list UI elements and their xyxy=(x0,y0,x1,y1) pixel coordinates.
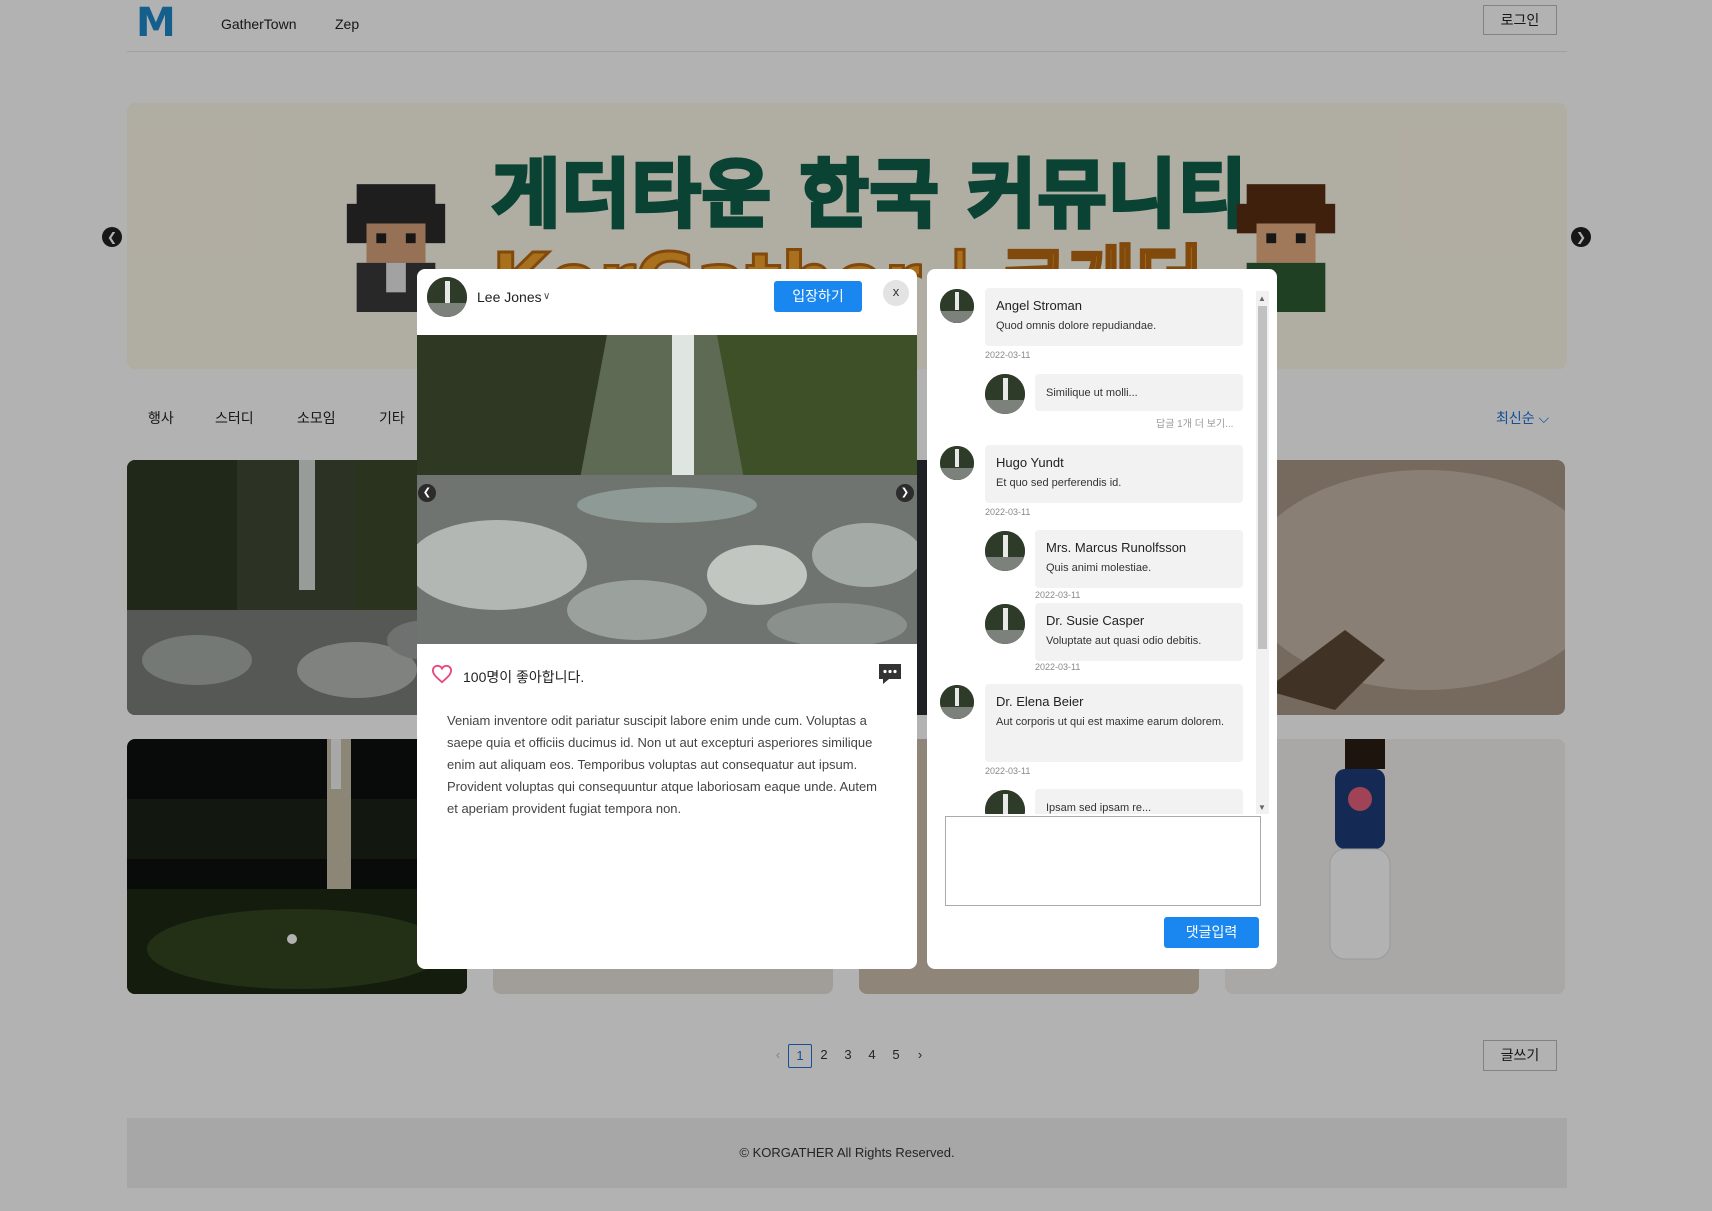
more-replies-link[interactable]: 답글 1개 더 보기... xyxy=(1156,415,1233,430)
reply-bubble: Similique ut molli... xyxy=(1035,374,1243,411)
comment-date: 2022-03-11 xyxy=(985,507,1031,517)
scroll-up-icon[interactable]: ▲ xyxy=(1258,294,1266,303)
comment-date: 2022-03-11 xyxy=(985,766,1031,776)
comment-text: Aut corporis ut qui est maxime earum dol… xyxy=(996,716,1225,728)
reply-text: Quis animi molestiae. xyxy=(1046,562,1152,574)
image-prev-arrow-icon[interactable]: ❮ xyxy=(418,484,436,502)
reply-bubble: Mrs. Marcus Runolfsson Quis animi molest… xyxy=(1035,530,1243,588)
comments-panel: Angel Stroman Quod omnis dolore repudian… xyxy=(927,269,1277,969)
comment-text: Et quo sed perferendis id. xyxy=(996,477,1122,489)
reply-text: Ipsam sed ipsam re... xyxy=(1046,802,1152,814)
comment-list[interactable]: Angel Stroman Quod omnis dolore repudian… xyxy=(927,269,1257,814)
comment-text: Quod omnis dolore repudiandae. xyxy=(996,320,1157,332)
image-next-arrow-icon[interactable]: ❯ xyxy=(896,484,914,502)
enter-button[interactable]: 입장하기 xyxy=(774,281,862,312)
close-button[interactable]: x xyxy=(883,280,909,306)
chevron-down-icon[interactable]: ∨ xyxy=(543,291,550,302)
comment-bubble: Angel Stroman Quod omnis dolore repudian… xyxy=(985,288,1243,346)
reply-bubble: Ipsam sed ipsam re... xyxy=(1035,789,1243,814)
post-detail-modal: Lee Jones ∨ 입장하기 x ❮ ❯ 100명이 좋아합니다. Veni… xyxy=(417,269,917,969)
reply-text: Similique ut molli... xyxy=(1046,387,1138,399)
reply-author[interactable]: Mrs. Marcus Runolfsson xyxy=(1046,540,1232,555)
likes-count: 100명이 좋아합니다. xyxy=(463,669,585,685)
comment-date: 2022-03-11 xyxy=(985,350,1031,360)
comment-author[interactable]: Angel Stroman xyxy=(996,298,1232,313)
reply-text: Voluptate aut quasi odio debitis. xyxy=(1046,635,1202,647)
commenter-avatar[interactable] xyxy=(940,289,974,323)
reply-author[interactable]: Dr. Susie Casper xyxy=(1046,613,1232,628)
comment-input[interactable] xyxy=(945,816,1261,906)
post-body: Veniam inventore odit pariatur suscipit … xyxy=(447,713,878,816)
commenter-avatar[interactable] xyxy=(985,604,1025,644)
scroll-down-icon[interactable]: ▼ xyxy=(1258,803,1266,812)
scrollbar-thumb[interactable] xyxy=(1258,306,1267,649)
comment-author[interactable]: Hugo Yundt xyxy=(996,455,1232,470)
commenter-avatar[interactable] xyxy=(940,685,974,719)
comment-bubble: Dr. Elena Beier Aut corporis ut qui est … xyxy=(985,684,1243,762)
submit-comment-button[interactable]: 댓글입력 xyxy=(1164,917,1259,948)
reply-date: 2022-03-11 xyxy=(1035,662,1081,672)
comment-icon[interactable] xyxy=(877,662,903,686)
commenter-avatar[interactable] xyxy=(985,531,1025,571)
commenter-avatar[interactable] xyxy=(985,374,1025,414)
author-name[interactable]: Lee Jones xyxy=(477,289,542,305)
post-image-waterfall xyxy=(417,335,917,644)
reply-date: 2022-03-11 xyxy=(1035,590,1081,600)
reply-bubble: Dr. Susie Casper Voluptate aut quasi odi… xyxy=(1035,603,1243,661)
comment-author[interactable]: Dr. Elena Beier xyxy=(996,694,1232,709)
commenter-avatar[interactable] xyxy=(985,790,1025,814)
comment-bubble: Hugo Yundt Et quo sed perferendis id. xyxy=(985,445,1243,503)
author-avatar[interactable] xyxy=(427,277,467,317)
commenter-avatar[interactable] xyxy=(940,446,974,480)
heart-icon[interactable] xyxy=(431,664,453,684)
